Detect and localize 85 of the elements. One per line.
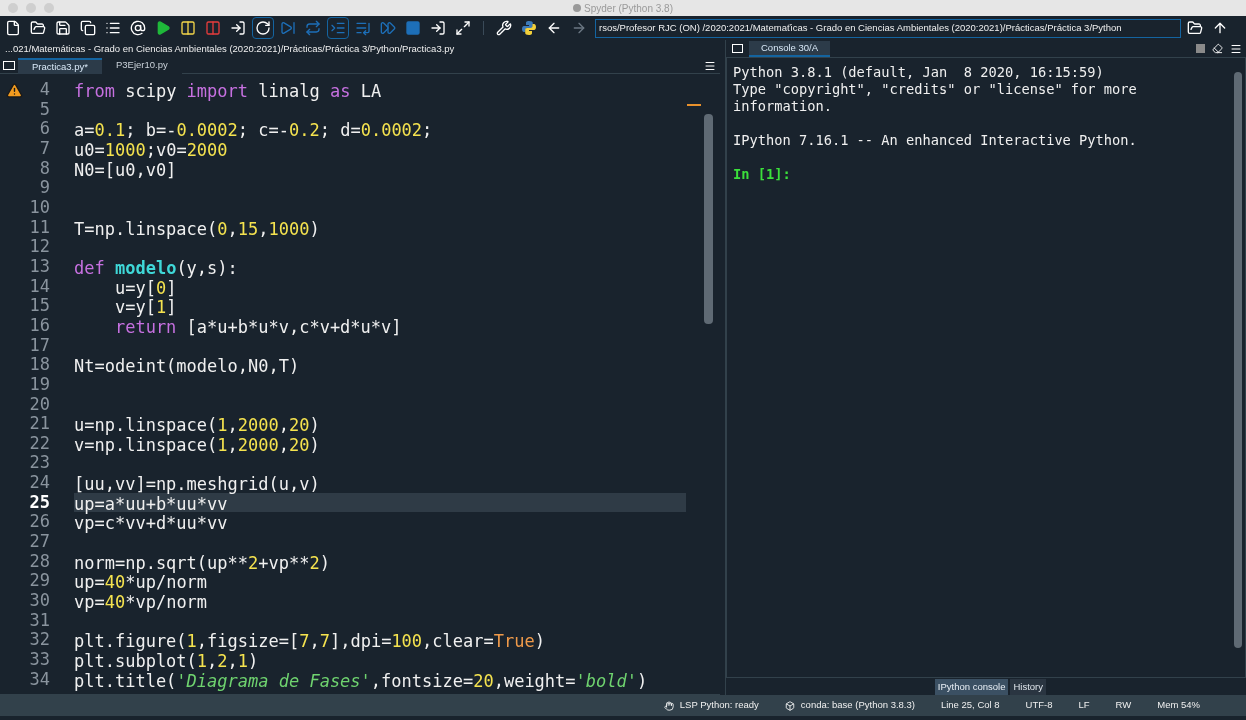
status-text: LF (1078, 698, 1090, 713)
pane-tab[interactable]: History (1010, 679, 1046, 695)
code-line: a=0.1; b=-0.0002; c=-0.2; d=0.0002; (74, 120, 433, 141)
line-number: 10 (29, 197, 50, 218)
code-line: plt.figure(1,figsize=[7,7],dpi=100,clear=True) (74, 631, 545, 652)
line-number: 17 (29, 335, 50, 356)
line-number: 24 (29, 473, 50, 493)
line-number: 13 (29, 256, 50, 277)
cube-icon (784, 700, 795, 711)
line-number: 8 (39, 158, 50, 179)
line-number: 23 (29, 453, 50, 474)
file-tab[interactable]: Practica3.py* (18, 57, 102, 74)
browse-tabs-icon[interactable] (3, 61, 15, 70)
status-text: LSP Python: ready (679, 698, 759, 713)
line-number: 26 (29, 512, 50, 533)
file-path: ...021/Matemáticas - Grado en Ciencias Ambientales (2020:2021)/Prácticas/Práctica 3/Python/Practica3.py (5, 41, 455, 56)
line-number: 5 (39, 99, 50, 120)
code-line: vp=40*vp/norm (74, 592, 208, 613)
line-number: 18 (29, 355, 50, 375)
eraser-icon[interactable] (1212, 43, 1223, 54)
code-line: T=np.linspace(0,15,1000) (74, 218, 320, 239)
line-number: 15 (29, 296, 50, 316)
status-text: Mem 54% (1157, 698, 1200, 713)
console-output[interactable]: Python 3.8.1 (default, Jan 8 2020, 16:15:59) Type "copyright", "credits" or "license" for more information. IPython 7.16.1 -- An enhanced Interactive Python. In [1]: (726, 57, 1246, 678)
menu-icon[interactable] (704, 60, 716, 72)
line-number: 34 (29, 669, 50, 690)
scrollbar[interactable] (704, 114, 713, 324)
line-number: 14 (29, 276, 50, 297)
line-number: 30 (29, 591, 50, 611)
status-text: conda: base (Python 3.8.3) (800, 698, 915, 713)
line-number: 28 (29, 551, 50, 572)
app-icon (573, 4, 582, 12)
code-line: u0=1000;v0=2000 (74, 139, 228, 160)
pane-tab[interactable]: IPython console (934, 679, 1009, 695)
line-number: 21 (29, 414, 50, 434)
console-prompt: In [1]: (733, 166, 791, 183)
code-line: up=40*up/norm (74, 572, 208, 593)
code-line: u=y[0] (113, 277, 177, 298)
scrollbar[interactable] (1234, 72, 1242, 648)
window-title: Spyder (Python 3.8) (584, 1, 673, 16)
line-number: 4 (39, 80, 50, 100)
console-text: Type "copyright", "credits" or "license" for more information. (733, 81, 1138, 115)
console-text: Python 3.8.1 (default, Jan 8 2020, 16:15:59) (733, 64, 1105, 81)
code-line: up=a*uu+b*uu*vv (74, 493, 228, 514)
path-field[interactable]: rsos/Profesor RJC (ON) /2020:2021/Matemaťicas - Grado en Ciencias Ambientales (2020:2021)/Prácticas/Práctica 3/Python (595, 18, 1181, 38)
code-line: return [a*u+b*u*v,c*v+d*u*v] (113, 316, 402, 337)
code-line: v=y[1] (113, 297, 177, 318)
line-number: 22 (29, 433, 50, 454)
line-number: 16 (29, 315, 50, 336)
lsp-icon (663, 700, 674, 711)
warning-marker (687, 104, 701, 106)
line-number: 11 (29, 217, 50, 238)
code-line: plt.subplot(1,2,1) (74, 651, 259, 672)
status-text: RW (1115, 698, 1132, 713)
line-number: 12 (29, 237, 50, 257)
browse-tabs-icon[interactable] (732, 44, 743, 53)
menu-icon[interactable] (1230, 42, 1242, 55)
code-line: norm=np.sqrt(up**2+vp**2) (74, 552, 330, 573)
code-line: vp=c*vv+d*uu*vv (74, 513, 228, 534)
line-number: 33 (29, 650, 50, 670)
code-line: N0=[u0,v0] (74, 159, 177, 180)
line-number: 32 (29, 630, 50, 651)
code-line: def modelo(y,s): (74, 257, 238, 278)
line-number: 6 (39, 119, 50, 139)
line-number: 9 (39, 178, 50, 198)
line-number: 25 (29, 492, 50, 513)
line-number: 7 (39, 138, 50, 159)
status-text: UTF-8 (1025, 698, 1053, 713)
code-line: u=np.linspace(1,2000,20) (74, 415, 320, 436)
console-tab[interactable]: Console 30/A (749, 40, 831, 57)
indent-icon[interactable] (327, 17, 349, 39)
code-line: v=np.linspace(1,2000,20) (74, 434, 320, 455)
code-line: plt.title('Diagrama de Fases',fontsize=20,weight='bold') (74, 670, 648, 691)
code-line: [uu,vv]=np.meshgrid(u,v) (74, 474, 320, 495)
status-text: Line 25, Col 8 (940, 698, 1000, 713)
line-number: 31 (29, 610, 50, 631)
line-number: 29 (29, 571, 50, 592)
line-number: 19 (29, 374, 50, 395)
line-number: 27 (29, 532, 50, 552)
console-text: IPython 7.16.1 -- An enhanced Interactive Python. (733, 132, 1138, 149)
line-number: 20 (29, 394, 50, 415)
warning-icon (6, 82, 23, 99)
code-line: from scipy import linalg as LA (74, 81, 382, 101)
rerun-icon[interactable] (252, 17, 274, 39)
code-line: Nt=odeint(modelo,N0,T) (74, 356, 300, 377)
